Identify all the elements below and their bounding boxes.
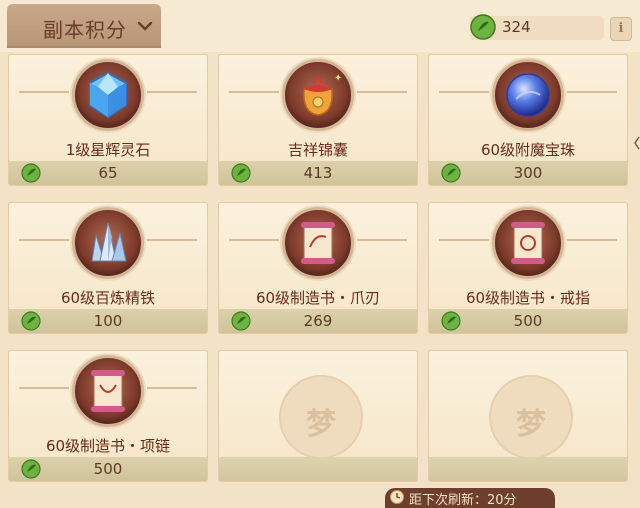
card-ornament [567,91,617,93]
scroll-icon [511,222,545,264]
item-name: 1级星辉灵石 [65,141,151,159]
scroll-icon [301,222,335,264]
item-name: 60级制造书・戒指 [465,289,591,307]
card-ornament [357,239,407,241]
item-medallion [72,355,144,427]
card-ornament [229,91,279,93]
item-price: 413 [303,164,333,182]
price-bar: 300 [429,161,627,185]
shop-item-card[interactable]: 1级星辉灵石 65 [8,54,208,186]
item-medallion [72,59,144,131]
card-ornament [357,91,407,93]
dream-glyph: 梦 [516,407,546,442]
price-bar: 269 [219,309,417,333]
card-ornament [19,239,69,241]
info-button[interactable]: i [610,17,632,41]
card-ornament [147,91,197,93]
shop-item-card[interactable]: ✦ 吉祥锦囊 413 [218,54,418,186]
price-bar [219,457,417,481]
shop-item-card[interactable]: 60级附魔宝珠 300 [428,54,628,186]
item-price: 300 [513,164,543,182]
item-medallion [72,207,144,279]
price-bar: 100 [9,309,207,333]
category-dropdown[interactable]: 副本积分 [7,4,161,48]
shop-item-card[interactable]: 60级制造书・戒指 500 [428,202,628,334]
chevron-left-icon[interactable] [634,136,640,150]
crystal-cluster-icon [91,222,127,262]
empty-item-slot: 梦 [428,350,628,482]
price-bar [429,457,627,481]
dream-glyph: 梦 [306,407,336,442]
item-name: 60级制造书・爪刃 [255,289,381,307]
top-bar: 副本积分 324 i [0,0,640,52]
card-ornament [229,239,279,241]
item-price: 500 [513,312,543,330]
diamond-icon [89,71,127,119]
card-ornament [19,387,69,389]
card-ornament [439,239,489,241]
dream-emblem: 梦 [489,375,573,459]
refresh-timer: 距下次刷新：20分 [385,488,555,508]
shop-item-card[interactable]: 60级百炼精铁 100 [8,202,208,334]
card-ornament [147,239,197,241]
currency-value: 324 [502,18,531,36]
empty-item-slot: 梦 [218,350,418,482]
price-bar: 500 [429,309,627,333]
dream-emblem: 梦 [279,375,363,459]
item-price: 65 [98,164,118,182]
chevron-down-icon [137,21,153,31]
item-medallion [492,207,564,279]
scroll-icon [91,370,125,412]
item-name: 60级附魔宝珠 [480,141,576,159]
price-bar: 413 [219,161,417,185]
item-price: 269 [303,312,333,330]
item-medallion [492,59,564,131]
category-dropdown-label: 副本积分 [43,18,127,42]
refresh-timer-text: 距下次刷新：20分 [409,493,517,508]
item-medallion [282,207,354,279]
card-ornament [567,239,617,241]
pouch-icon: ✦ [303,73,342,116]
item-price: 500 [93,460,123,478]
price-bar: 500 [9,457,207,481]
item-name: 60级制造书・项链 [45,437,171,455]
item-name: 吉祥锦囊 [287,141,348,159]
shop-item-card[interactable]: 60级制造书・爪刃 269 [218,202,418,334]
item-name: 60级百炼精铁 [60,289,156,307]
currency-display: 324 [470,14,604,40]
card-ornament [19,91,69,93]
card-ornament [147,387,197,389]
shop-item-card[interactable]: 60级制造书・项链 500 [8,350,208,482]
jade-coin-icon [470,14,496,40]
item-price: 100 [93,312,123,330]
price-bar: 65 [9,161,207,185]
card-ornament [439,91,489,93]
svg-text:✦: ✦ [334,73,342,84]
item-medallion: ✦ [282,59,354,131]
orb-icon [506,73,550,117]
